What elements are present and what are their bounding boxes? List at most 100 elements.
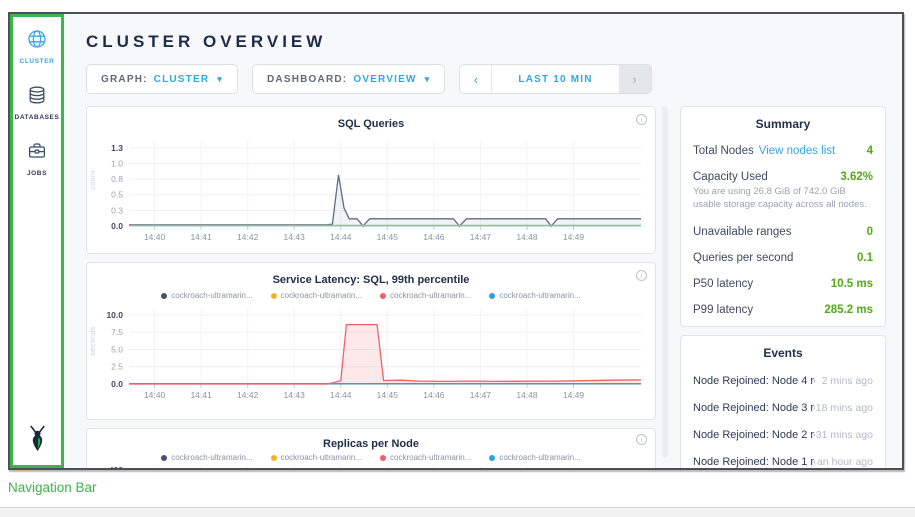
svg-text:14:40: 14:40: [144, 390, 166, 400]
charts-column: SQL Queries i count 14:4014:4114:4214:43…: [86, 106, 656, 468]
sidebar-item-cluster[interactable]: CLUSTER: [20, 29, 55, 65]
chevron-down-icon: ▾: [217, 74, 223, 85]
view-nodes-link[interactable]: View nodes list: [759, 145, 836, 157]
vertical-scrollbar[interactable]: [662, 106, 668, 458]
event-row: Node Rejoined: Node 3 rej... 18 mins ago: [693, 402, 873, 414]
dashboard-dropdown-label: DASHBOARD:: [267, 74, 347, 85]
cockroachdb-logo[interactable]: [25, 425, 50, 457]
svg-text:14:43: 14:43: [284, 232, 306, 242]
svg-text:2.5: 2.5: [111, 362, 123, 372]
time-range-next-button-disabled[interactable]: ›: [619, 65, 651, 93]
svg-text:0.0: 0.0: [111, 379, 123, 389]
legend-item[interactable]: cockroach-ultramarin...: [380, 291, 471, 300]
svg-text:14:40: 14:40: [144, 232, 166, 242]
chevron-down-icon: ▾: [425, 74, 431, 85]
legend-dot-icon: [271, 293, 277, 299]
chart-legend: cockroach-ultramarin... cockroach-ultram…: [87, 453, 655, 462]
graph-dropdown-value: CLUSTER: [154, 74, 210, 85]
event-time: 2 mins ago: [822, 375, 873, 387]
legend-item[interactable]: cockroach-ultramarin...: [489, 453, 580, 462]
svg-text:14:44: 14:44: [330, 390, 352, 400]
event-row: Node Rejoined: Node 4 rej... 2 mins ago: [693, 375, 873, 387]
navigation-bar: CLUSTER DATABASES: [10, 14, 64, 468]
chart-title: SQL Queries: [338, 118, 404, 130]
event-text: Node Rejoined: Node 3 rej...: [693, 402, 815, 414]
svg-text:14:48: 14:48: [516, 232, 538, 242]
svg-text:14:48: 14:48: [516, 390, 538, 400]
time-range-prev-button[interactable]: ‹: [460, 65, 492, 93]
y-axis-label: count: [90, 170, 97, 190]
event-text: Node Rejoined: Node 2 rej...: [693, 429, 815, 441]
svg-text:14:44: 14:44: [330, 232, 352, 242]
legend-dot-icon: [489, 293, 495, 299]
svg-text:14:46: 14:46: [423, 390, 445, 400]
page-title: CLUSTER OVERVIEW: [86, 32, 902, 52]
database-icon: [27, 85, 47, 110]
events-title: Events: [693, 346, 873, 360]
summary-label: P50 latency: [693, 278, 753, 290]
chevron-left-icon: ‹: [474, 72, 478, 87]
replicas-per-node-chart: 14:4014:4114:4214:4314:4414:4514:4614:47…: [91, 462, 651, 468]
legend-dot-icon: [161, 293, 167, 299]
legend-item[interactable]: cockroach-ultramarin...: [271, 291, 362, 300]
summary-row: Capacity Used 3.62%: [693, 171, 873, 183]
events-panel: Events Node Rejoined: Node 4 rej... 2 mi…: [680, 335, 886, 468]
legend-dot-icon: [380, 293, 386, 299]
summary-label: Total NodesView nodes list: [693, 145, 835, 157]
svg-text:0.8: 0.8: [111, 174, 123, 184]
info-icon[interactable]: i: [636, 270, 647, 281]
legend-dot-icon: [271, 455, 277, 461]
sidebar-item-databases[interactable]: DATABASES: [15, 85, 60, 121]
event-time: 18 mins ago: [816, 402, 873, 414]
summary-panel: Summary Total NodesView nodes list 4 Cap…: [680, 106, 886, 327]
summary-note: You are using 26.8 GiB of 742.0 GiB usab…: [693, 185, 873, 212]
time-range-label[interactable]: LAST 10 MIN: [492, 65, 618, 93]
graph-dropdown[interactable]: GRAPH: CLUSTER ▾: [86, 64, 238, 94]
sql-queries-chart: 14:4014:4114:4214:4314:4414:4514:4614:47…: [91, 132, 651, 248]
svg-text:400: 400: [109, 465, 123, 468]
dashboard-dropdown-value: OVERVIEW: [353, 74, 416, 85]
summary-value: 3.62%: [840, 171, 873, 183]
chart-title: Service Latency: SQL, 99th percentile: [273, 274, 470, 286]
legend-item[interactable]: cockroach-ultramarin...: [271, 453, 362, 462]
legend-dot-icon: [380, 455, 386, 461]
legend-item[interactable]: cockroach-ultramarin...: [380, 453, 471, 462]
screenshot-canvas: CLUSTER DATABASES: [0, 0, 915, 517]
info-icon[interactable]: i: [636, 434, 647, 445]
service-latency-chart: 14:4014:4114:4214:4314:4414:4514:4614:47…: [91, 300, 651, 406]
svg-text:14:43: 14:43: [284, 390, 306, 400]
sidebar-item-label: CLUSTER: [20, 58, 55, 65]
graph-dropdown-label: GRAPH:: [101, 74, 148, 85]
right-panel-column: Summary Total NodesView nodes list 4 Cap…: [680, 106, 886, 468]
info-icon[interactable]: i: [636, 114, 647, 125]
svg-text:0.0: 0.0: [111, 221, 123, 231]
summary-label: Unavailable ranges: [693, 226, 791, 238]
event-text: Node Rejoined: Node 1 rej...: [693, 456, 815, 468]
svg-text:14:49: 14:49: [563, 390, 585, 400]
summary-row: Queries per second 0.1: [693, 252, 873, 264]
svg-text:14:47: 14:47: [470, 232, 492, 242]
summary-row: P99 latency 285.2 ms: [693, 304, 873, 316]
svg-text:10.0: 10.0: [106, 310, 123, 320]
summary-row: Total NodesView nodes list 4: [693, 145, 873, 157]
sidebar-item-jobs[interactable]: JOBS: [27, 141, 47, 177]
briefcase-icon: [27, 141, 47, 166]
summary-row: P50 latency 10.5 ms: [693, 278, 873, 290]
summary-value: 4: [867, 145, 873, 157]
legend-item[interactable]: cockroach-ultramarin...: [161, 291, 252, 300]
svg-text:5.0: 5.0: [111, 344, 123, 354]
legend-item[interactable]: cockroach-ultramarin...: [489, 291, 580, 300]
svg-text:1.0: 1.0: [111, 158, 123, 168]
service-latency-card: Service Latency: SQL, 99th percentile i …: [86, 262, 656, 420]
summary-value: 0.1: [857, 252, 873, 264]
app-window: CLUSTER DATABASES: [8, 12, 904, 470]
svg-text:7.5: 7.5: [111, 327, 123, 337]
summary-label: Capacity Used: [693, 171, 768, 183]
summary-title: Summary: [693, 117, 873, 131]
legend-item[interactable]: cockroach-ultramarin...: [161, 453, 252, 462]
dashboard-dropdown[interactable]: DASHBOARD: OVERVIEW ▾: [252, 64, 445, 94]
svg-text:14:42: 14:42: [237, 232, 259, 242]
summary-value: 0: [867, 226, 873, 238]
svg-text:14:47: 14:47: [470, 390, 492, 400]
svg-text:0.3: 0.3: [111, 205, 123, 215]
